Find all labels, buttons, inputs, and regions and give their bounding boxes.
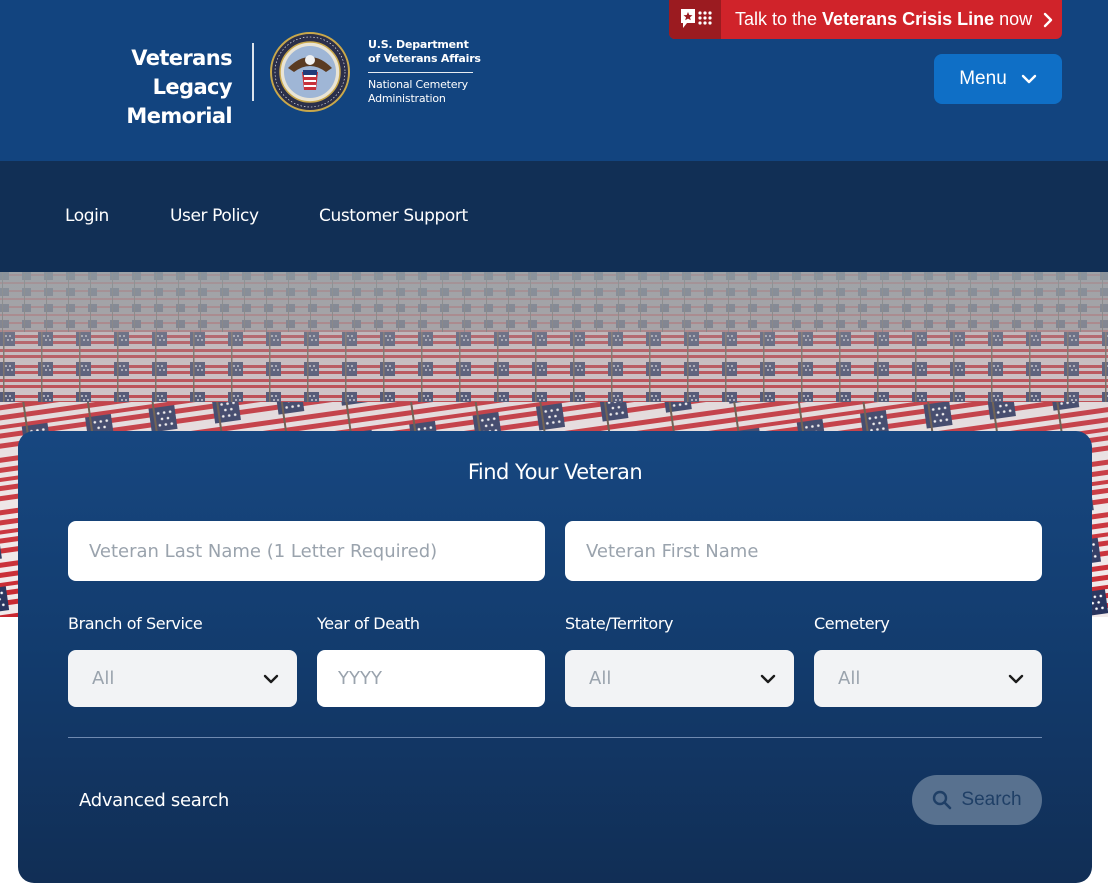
nav-user-policy[interactable]: User Policy	[170, 206, 259, 226]
chevron-right-icon	[1042, 12, 1054, 28]
state-select-value: All	[589, 668, 612, 689]
chevron-down-icon	[1008, 674, 1024, 683]
search-icon	[933, 790, 952, 810]
branch-label: Branch of Service	[68, 614, 203, 633]
site-header: Veterans Legacy Memorial U.S. Department…	[0, 0, 1108, 161]
search-button[interactable]: Search	[912, 775, 1042, 825]
panel-title: Find Your Veteran	[467, 460, 643, 484]
cemetery-label: Cemetery	[814, 614, 890, 633]
logo-line-2: Memorial	[126, 104, 232, 128]
crisis-prefix: Talk to the	[735, 9, 823, 29]
last-name-input[interactable]	[68, 521, 545, 581]
find-veteran-panel: Find Your Veteran Branch of Service Year…	[18, 431, 1092, 883]
panel-divider	[68, 737, 1042, 738]
dept-line-2a: National Cemetery	[368, 78, 468, 91]
advanced-search-link[interactable]: Advanced search	[79, 790, 229, 811]
site-logo[interactable]: Veterans Legacy Memorial	[60, 44, 232, 131]
chevron-down-icon	[1021, 74, 1036, 84]
branch-select[interactable]: All	[68, 650, 297, 707]
dept-line-2b: Administration	[368, 92, 446, 105]
va-department-name: U.S. Department of Veterans Affairs Nati…	[368, 38, 481, 106]
nav-customer-support[interactable]: Customer Support	[319, 206, 468, 226]
crisis-line-banner[interactable]: Talk to the Veterans Crisis Line now	[669, 0, 1062, 39]
first-name-input[interactable]	[565, 521, 1042, 581]
menu-button[interactable]: Menu	[934, 54, 1062, 104]
state-label: State/Territory	[565, 614, 674, 633]
branch-select-value: All	[92, 668, 115, 689]
chevron-down-icon	[263, 674, 279, 683]
dept-rule	[368, 72, 473, 73]
year-label: Year of Death	[317, 614, 420, 633]
va-seal-icon	[270, 32, 350, 112]
logo-divider	[252, 43, 254, 101]
logo-line-1: Veterans Legacy	[131, 46, 232, 99]
chevron-down-icon	[760, 674, 776, 683]
dept-line-1a: U.S. Department	[368, 38, 469, 51]
crisis-bold: Veterans Crisis Line	[822, 9, 995, 29]
chat-bubble-star-icon	[669, 0, 721, 39]
search-button-label: Search	[961, 789, 1022, 810]
cemetery-select-value: All	[838, 668, 861, 689]
nav-login[interactable]: Login	[65, 206, 109, 226]
cemetery-select[interactable]: All	[814, 650, 1042, 707]
crisis-suffix: now	[994, 9, 1033, 29]
secondary-nav: Login User Policy Customer Support	[0, 161, 1108, 272]
menu-label: Menu	[959, 68, 1007, 89]
year-of-death-input[interactable]	[317, 650, 545, 707]
state-select[interactable]: All	[565, 650, 794, 707]
dept-line-1b: of Veterans Affairs	[368, 52, 481, 65]
crisis-line-text: Talk to the Veterans Crisis Line now	[735, 9, 1032, 30]
